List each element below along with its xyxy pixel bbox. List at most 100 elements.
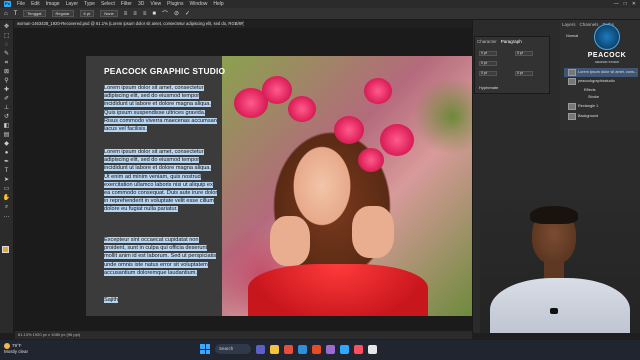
tools-panel: ✥ ⬚ ◌ ✎ ⌗ ⊠ ⚲ ✚ ✐ ⊥ ↺ ◧ ▤ ◆ ● ✒ T ➤ ▭ ✋ … [0,20,14,333]
layer-row-rectangle[interactable]: Rectangle 1 [564,102,638,111]
paragraph-3[interactable]: Excepteur sint occaecat cupidatat non pr… [104,236,218,277]
logo-text: PEACOCK [587,52,627,59]
stamp-tool-icon[interactable]: ⊥ [3,105,11,111]
path-select-icon[interactable]: ➤ [3,177,11,183]
illustrator-icon[interactable] [354,344,363,354]
taskbar-search[interactable]: Search [215,344,251,354]
history-brush-icon[interactable]: ↺ [3,114,11,120]
move-tool-icon[interactable]: ✥ [3,24,11,30]
studio-title[interactable]: PEACOCK GRAPHIC STUDIO [104,66,225,76]
edge-icon[interactable] [298,344,307,354]
text-panel-rectangle[interactable]: PEACOCK GRAPHIC STUDIO Lorem ipsum dolor… [86,56,225,316]
layer-label: Effects [584,88,596,92]
align-center-icon[interactable]: ≡ [133,11,137,17]
menu-image[interactable]: Image [46,0,60,8]
layer-row-text[interactable]: Lorem ipsum dolor sit amet, cons... [564,68,638,77]
task-view-icon[interactable] [256,344,265,354]
moon-icon [4,343,10,349]
menu-help[interactable]: Help [213,0,223,8]
more-tools-icon[interactable]: … [3,213,11,219]
font-style-select[interactable]: Regular [51,10,74,17]
space-after-field[interactable]: 0 pt [515,71,533,76]
crop-tool-icon[interactable]: ⌗ [3,60,11,66]
antialias-select[interactable]: None [100,10,118,17]
menu-filter[interactable]: Filter [121,0,132,8]
paragraph-3-text: Excepteur sint occaecat cupidatat non pr… [104,237,217,276]
lasso-tool-icon[interactable]: ◌ [3,42,11,48]
hyphenate-checkbox[interactable]: Hyphenate [479,85,498,90]
photoshop-app-icon[interactable]: Ps [4,1,11,7]
minimize-button[interactable]: — [614,1,619,7]
peacock-logo-emblem [594,24,620,50]
notes-icon[interactable] [368,344,377,354]
type-tool-icon[interactable]: T [14,11,18,17]
menu-plugins[interactable]: Plugins [167,0,183,8]
document-tab[interactable]: woman-1463438_1920-Recovered.psd @ 61.1%… [14,20,244,28]
color-swatch-icon[interactable]: ■ [152,11,156,17]
quick-select-tool-icon[interactable]: ✎ [3,51,11,57]
layer-row-stroke[interactable]: Stroke [564,93,638,102]
photoshop-taskbar-icon[interactable] [340,344,349,354]
brave-icon[interactable] [312,344,321,354]
zoom-tool-icon[interactable]: ⌕ [3,204,11,210]
foreground-color-swatch[interactable] [2,246,9,253]
layer-row-background[interactable]: Background [564,112,638,121]
home-icon[interactable]: ⌂ [4,11,8,17]
shape-tool-icon[interactable]: ▭ [3,186,11,192]
logo-subtext: GRAPHIC STUDIO [594,60,620,64]
options-bar: ⌂ T Tenggat Regular 6 pt None ≡ ≡ ≡ ■ ⌒ … [0,8,640,20]
healing-tool-icon[interactable]: ✚ [3,87,11,93]
close-button[interactable]: ✕ [632,1,636,7]
paragraph-2[interactable]: Lorem ipsum dolor sit amet, consectetur … [104,148,218,214]
font-family-select[interactable]: Tenggat [23,10,46,17]
pen-tool-icon[interactable]: ✒ [3,159,11,165]
document-canvas[interactable]: PEACOCK GRAPHIC STUDIO Lorem ipsum dolor… [86,56,478,316]
tab-character[interactable]: Character [477,39,497,44]
menu-window[interactable]: Window [190,0,208,8]
menu-select[interactable]: Select [101,0,115,8]
menu-view[interactable]: View [150,0,161,8]
type-tool-icon[interactable]: T [3,168,11,174]
hand-tool-icon[interactable]: ✋ [3,195,11,201]
menu-3d[interactable]: 3D [138,0,144,8]
gradient-tool-icon[interactable]: ▤ [3,132,11,138]
app-icon[interactable] [326,344,335,354]
maximize-button[interactable]: □ [624,1,627,7]
eyedropper-tool-icon[interactable]: ⚲ [3,78,11,84]
layer-thumbnail [568,69,576,76]
font-size-select[interactable]: 6 pt [79,10,95,17]
tab-paragraph[interactable]: Paragraph [501,39,522,44]
menu-layer[interactable]: Layer [66,0,79,8]
layer-label: Background [578,114,599,118]
right-hand [352,206,394,258]
indent-right-field[interactable]: 0 pt [515,51,533,56]
flower-3 [288,96,316,122]
align-left-icon[interactable]: ≡ [124,11,128,17]
menu-type[interactable]: Type [84,0,95,8]
tab-layers[interactable]: Layers [562,22,576,27]
file-explorer-icon[interactable] [270,344,279,354]
chrome-icon[interactable] [284,344,293,354]
blur-tool-icon[interactable]: ◆ [3,141,11,147]
indent-left-field[interactable]: 0 pt [479,51,497,56]
signature-text[interactable]: Sajith [104,296,218,304]
cancel-icon[interactable]: ⊘ [174,10,179,17]
commit-icon[interactable]: ✓ [185,10,190,17]
frame-tool-icon[interactable]: ⊠ [3,69,11,75]
windows-start-icon[interactable] [200,344,210,354]
space-before-field[interactable]: 0 pt [479,71,497,76]
first-line-indent-field[interactable]: 0 pt [479,61,497,66]
dodge-tool-icon[interactable]: ● [3,150,11,156]
eraser-tool-icon[interactable]: ◧ [3,123,11,129]
marquee-tool-icon[interactable]: ⬚ [3,33,11,39]
paragraph-1[interactable]: Lorem ipsum dolor sit amet, consectetur … [104,84,218,133]
brush-tool-icon[interactable]: ✐ [3,96,11,102]
flower-6 [380,124,414,156]
align-right-icon[interactable]: ≡ [143,11,147,17]
warp-text-icon[interactable]: ⌒ [162,9,168,18]
flower-2 [262,76,292,104]
weather-widget[interactable]: 79°F Mostly clear [4,343,28,355]
menu-file[interactable]: File [17,0,25,8]
menu-edit[interactable]: Edit [31,0,40,8]
layer-row-logo[interactable]: peacockgraphicstudio [564,77,638,86]
